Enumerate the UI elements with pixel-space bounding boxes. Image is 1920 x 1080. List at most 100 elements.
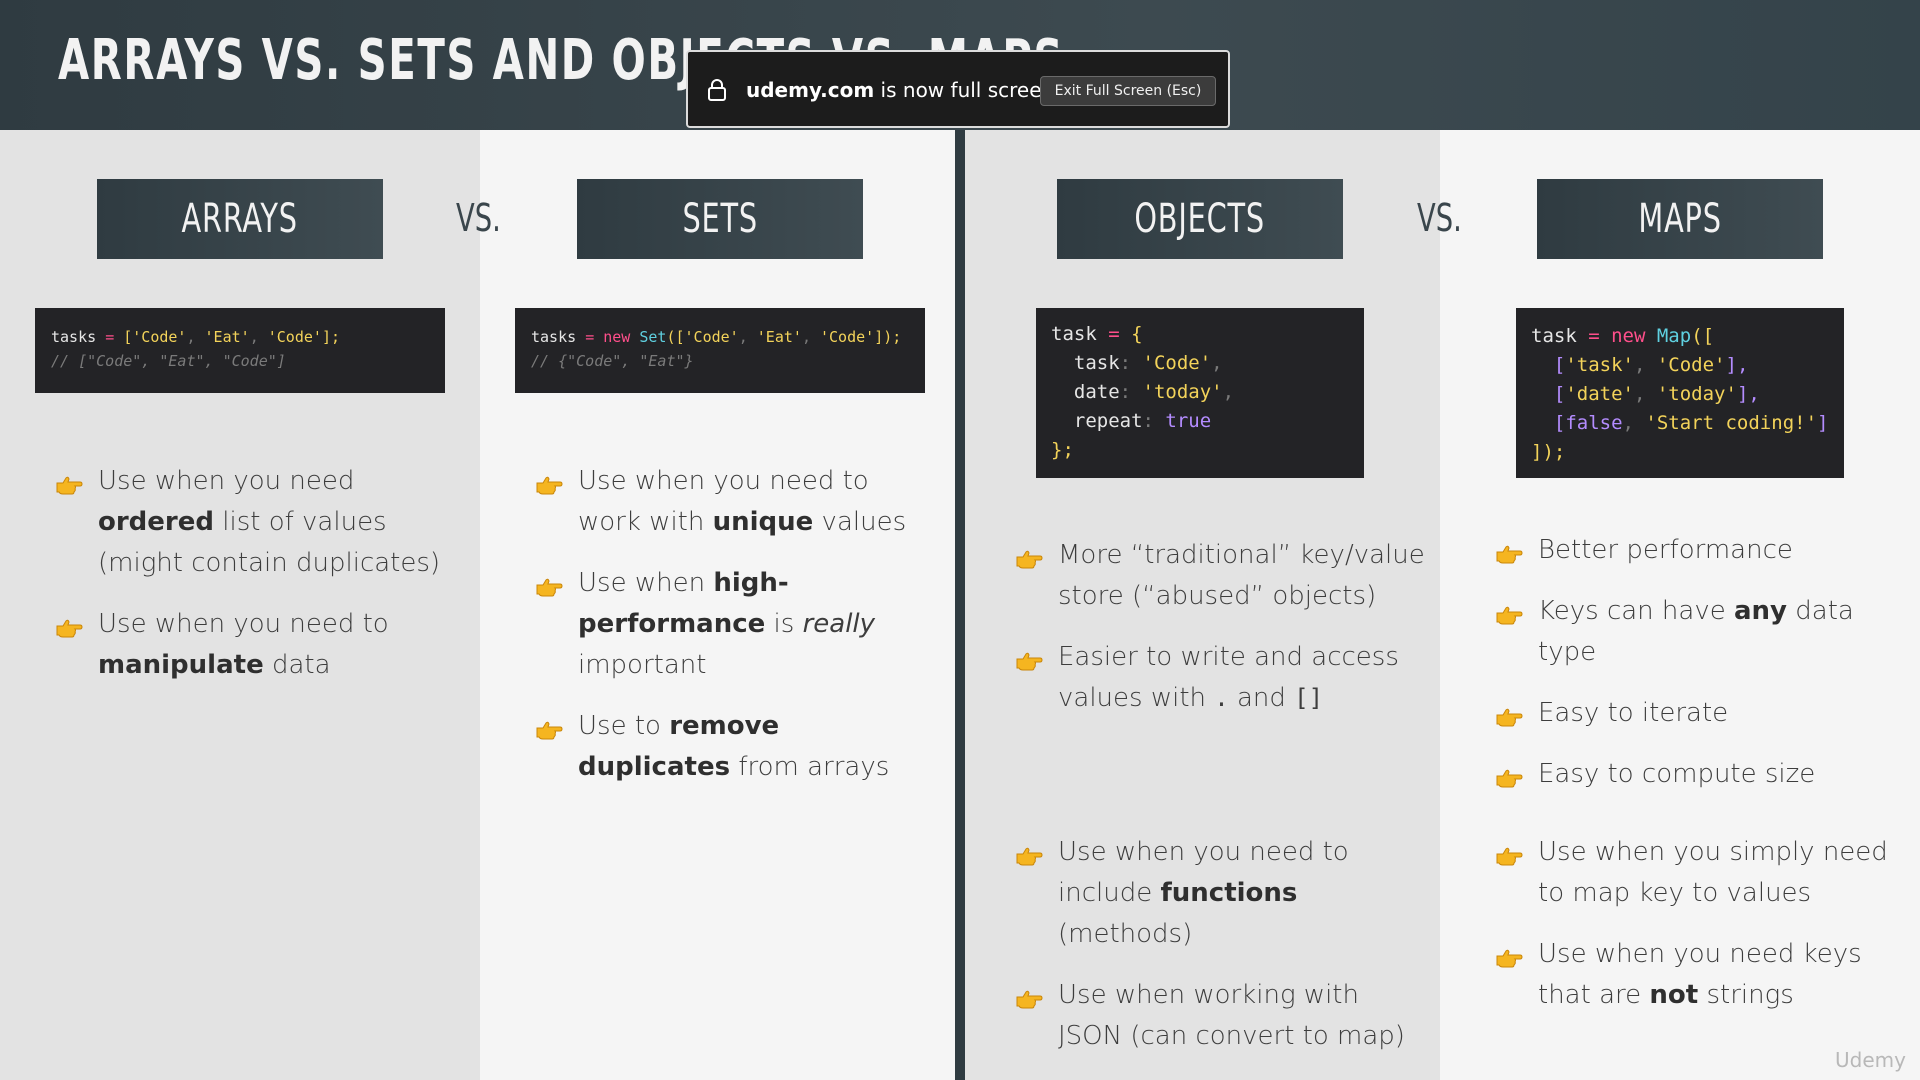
code-token: 'Eat' [204,328,250,346]
code-token: = [105,328,124,346]
arrays-bullets: Use when you need ordered list of values… [55,461,445,686]
bullet-text: Use to [578,711,670,741]
pointing-hand-icon [1495,701,1523,727]
bullet-bold: any [1733,596,1787,626]
list-item: Use when high-performance is really impo… [535,563,935,686]
bullet-bold: not [1649,980,1699,1010]
code-token: 'Start coding!' [1645,412,1818,434]
code-token: : [1119,381,1143,403]
code-token: , [738,328,757,346]
code-line: task: 'Code', [1051,349,1349,378]
bullet-text: Use when you need to [98,609,389,639]
bullet-bold: manipulate [98,650,264,680]
bullet-text: values [813,507,907,537]
code-token: = [585,328,604,346]
bullet-text: from arrays [730,752,890,782]
code-token: 'Code' [684,328,739,346]
code-token: Set [639,328,667,346]
code-token: , [1633,354,1657,376]
code-token: : [1119,352,1143,374]
code-token: , [249,328,268,346]
code-token: task [1531,325,1589,347]
code-token: , [1622,412,1646,434]
list-item: Better performance [1495,530,1895,571]
list-item: Use when you need keys that are not stri… [1495,934,1895,1016]
code-line: }; [1051,439,1074,461]
code-token: new [1611,325,1657,347]
code-token: 'Code' [267,328,322,346]
sets-code-block: tasks = new Set(['Code', 'Eat', 'Code'])… [515,308,925,393]
bullet-text: Easy to iterate [1538,698,1729,728]
code-line: tasks = new Set(['Code', 'Eat', 'Code'])… [531,325,909,349]
bullet-code: . [1214,684,1229,712]
code-comment: // {"Code", "Eat"} [531,352,694,370]
code-token: ], [1725,354,1749,376]
bullet-text: Easy to compute size [1538,759,1816,789]
bullet-code: [] [1294,684,1324,712]
bullet-bold: ordered [98,507,214,537]
list-item: Easy to iterate [1495,693,1895,734]
sets-label-text: SETS [682,196,758,242]
arrays-label-text: ARRAYS [181,196,299,242]
code-token: ]); [874,328,902,346]
code-token: [ [1531,412,1566,434]
code-token: repeat [1051,410,1143,432]
list-item: Use when working with JSON (can convert … [1015,975,1425,1057]
fullscreen-domain: udemy.com [746,78,875,102]
arrays-label: ARRAYS [97,179,383,259]
bullet-text: strings [1698,980,1794,1010]
pointing-hand-icon [1015,543,1043,569]
code-token: ], [1736,383,1760,405]
code-line: [false, 'Start coding!'] [1531,409,1829,438]
code-token: , [186,328,205,346]
list-item: Easy to compute size [1495,754,1895,795]
code-token: new [603,328,640,346]
list-item: More “traditional” key/value store (“abu… [1015,535,1425,617]
bullet-text: Keys can have [1538,596,1734,626]
pointing-hand-icon [1495,599,1523,625]
objects-label: OBJECTS [1057,179,1343,259]
code-token: 'task' [1565,354,1634,376]
objects-code-block: task = { task: 'Code', date: 'today', re… [1036,308,1364,478]
pointing-hand-icon [55,612,83,638]
code-line: tasks = ['Code', 'Eat', 'Code']; [51,325,429,349]
code-token: [ [1531,383,1566,405]
pointing-hand-icon [55,469,83,495]
list-item: Use when you need ordered list of values… [55,461,445,584]
fullscreen-message-text: is now full screen [874,78,1055,102]
exit-fullscreen-button[interactable]: Exit Full Screen (Esc) [1040,76,1216,106]
sets-bullets: Use when you need to work with unique va… [535,461,935,788]
list-item: Use when you need to manipulate data [55,604,445,686]
pointing-hand-icon [535,571,563,597]
code-token: , [1633,383,1657,405]
objects-label-text: OBJECTS [1134,196,1266,242]
code-token: 'today' [1656,383,1737,405]
list-item: Easier to write and access values with .… [1015,637,1425,719]
code-token: task [1051,323,1109,345]
bullet-text: important [578,650,707,680]
pointing-hand-icon [1495,762,1523,788]
pointing-hand-icon [535,714,563,740]
list-item: Keys can have any data type [1495,591,1895,673]
code-token: , [1211,352,1223,374]
code-token: [ [1531,354,1566,376]
list-item: Use when you need to work with unique va… [535,461,935,543]
code-token: = [1588,325,1612,347]
pointing-hand-icon [1015,983,1043,1009]
pointing-hand-icon [1015,840,1043,866]
objects-bullets-top: More “traditional” key/value store (“abu… [1015,535,1425,719]
sets-label: SETS [577,179,863,259]
bullet-text: Use when you simply need to map key to v… [1538,837,1888,908]
code-token: , [801,328,820,346]
code-token: 'date' [1565,383,1634,405]
code-token: ]; [321,328,340,346]
code-token: tasks [531,328,586,346]
bullet-text: Use when you need [98,466,355,496]
udemy-watermark: Udemy [1835,1048,1906,1072]
objects-bullets-bottom: Use when you need to include functions (… [1015,832,1425,1057]
lock-icon [708,79,726,101]
code-token: ] [1817,412,1829,434]
code-token: 'Code' [820,328,875,346]
code-line: ]); [1531,441,1566,463]
bullet-bold: functions [1160,878,1298,908]
